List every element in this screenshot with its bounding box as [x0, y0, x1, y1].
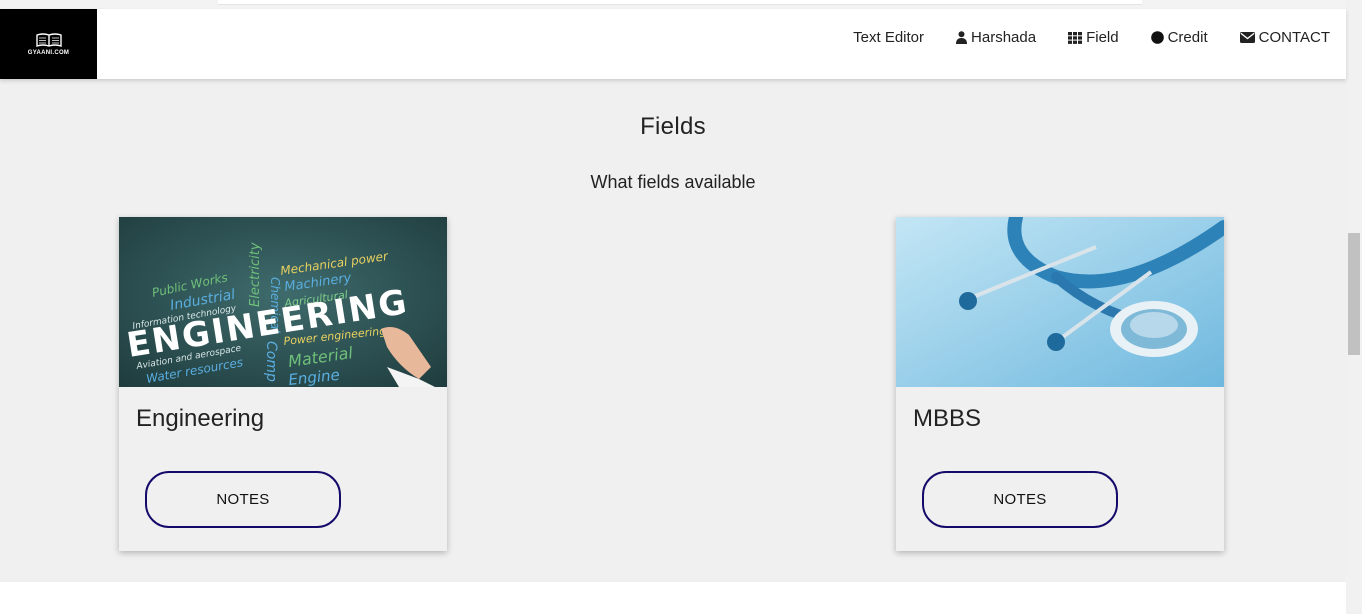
logo-text: GYAANI.COM: [27, 50, 70, 56]
stethoscope-image: [896, 217, 1224, 387]
nav-user[interactable]: Harshada: [956, 29, 1036, 46]
card-title: Engineering: [136, 405, 265, 432]
envelope-icon: [1239, 32, 1255, 43]
nav-label: Harshada: [971, 29, 1037, 46]
svg-text:Comp: Comp: [263, 341, 279, 382]
book-icon: [34, 32, 64, 48]
scrollbar-thumb[interactable]: [1348, 233, 1360, 355]
card-title: MBBS: [913, 405, 982, 432]
field-card-mbbs: MBBS NOTES: [896, 217, 1224, 551]
nav-label: Credit: [1167, 29, 1208, 46]
nav-credit[interactable]: Credit: [1150, 29, 1208, 46]
user-icon: [956, 31, 968, 44]
main-nav: Text Editor Harshada Field Credit CONTAC…: [821, 9, 1330, 66]
top-strip: [0, 0, 1346, 9]
fields-section: Fields What fields available Public Work…: [0, 79, 1346, 582]
navbar: GYAANI.COM Text Editor Harshada Field Cr…: [0, 9, 1346, 79]
nav-field[interactable]: Field: [1068, 29, 1119, 46]
nav-label: Text Editor: [853, 29, 925, 46]
svg-text:Electricity: Electricity: [248, 242, 263, 307]
nav-label: CONTACT: [1258, 29, 1330, 46]
field-card-engineering: Public Works Industrial Information tech…: [119, 217, 447, 551]
grid-icon: [1068, 31, 1083, 44]
circle-icon: [1150, 31, 1164, 44]
site-logo[interactable]: GYAANI.COM: [0, 9, 97, 79]
section-subtitle: What fields available: [590, 172, 756, 192]
top-input-bar: [218, 0, 1142, 5]
notes-button-engineering[interactable]: NOTES: [145, 471, 341, 528]
engineering-image: Public Works Industrial Information tech…: [119, 217, 447, 387]
section-title: Fields: [640, 113, 706, 140]
nav-label: Field: [1086, 29, 1119, 46]
notes-button-mbbs[interactable]: NOTES: [922, 471, 1118, 528]
nav-text-editor[interactable]: Text Editor: [853, 29, 924, 46]
scrollbar[interactable]: [1346, 0, 1362, 614]
nav-contact[interactable]: CONTACT: [1239, 29, 1330, 46]
